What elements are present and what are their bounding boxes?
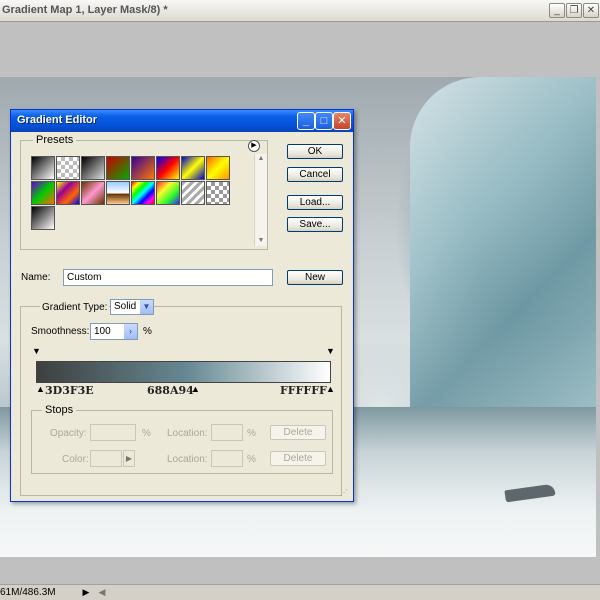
document-title: Gradient Map 1, Layer Mask/8) * (2, 4, 168, 16)
opacity-location-label: Location: (167, 428, 208, 439)
restore-icon[interactable]: ❐ (566, 3, 582, 18)
color-menu-arrow-icon[interactable]: ▶ (123, 450, 135, 467)
dialog-maximize-icon[interactable]: □ (315, 112, 333, 130)
ice-arch-shape (410, 77, 596, 457)
dialog-minimize-icon[interactable]: _ (297, 112, 315, 130)
color-stop-3-icon[interactable]: ▲ (326, 385, 335, 394)
resize-grip-icon[interactable]: ⋰ (340, 488, 350, 498)
color-location-input[interactable] (211, 450, 243, 467)
color-location-percent: % (247, 454, 256, 465)
preset-swatch-transparent-stripes[interactable] (181, 181, 205, 205)
preset-swatch-transparent-checker[interactable] (56, 156, 80, 180)
stops-label: Stops (42, 404, 77, 416)
opacity-stop-left-icon[interactable]: ▼ (32, 347, 41, 356)
color-swatch[interactable] (90, 450, 122, 467)
smoothness-slider-icon[interactable]: › (124, 324, 137, 339)
smoothness-label: Smoothness: (31, 326, 90, 337)
ok-button[interactable]: OK (287, 144, 343, 159)
smoothness-percent: % (143, 326, 152, 337)
dialog-close-icon[interactable]: ✕ (333, 112, 351, 130)
color-stop-1-icon[interactable]: ▲ (36, 385, 45, 394)
scroll-up-icon[interactable]: ▲ (255, 154, 267, 164)
preset-swatch-copper[interactable] (81, 181, 105, 205)
document-size: 61M/486.3M (0, 587, 56, 598)
gradient-type-value: Solid (114, 301, 137, 312)
preset-swatch-orange-yellow[interactable] (206, 156, 230, 180)
gradient-type-label: Gradient Type: (40, 302, 110, 313)
preset-swatch-blue-yellow-blue[interactable] (181, 156, 205, 180)
preset-swatch-black-white-small[interactable] (31, 206, 55, 230)
opacity-stop-right-icon[interactable]: ▼ (326, 347, 335, 356)
color-location-label: Location: (167, 454, 208, 465)
preset-swatch-red-green[interactable] (106, 156, 130, 180)
preset-swatch-violet-orange[interactable] (131, 156, 155, 180)
preset-swatch-black-white[interactable] (31, 156, 55, 180)
opacity-percent: % (142, 428, 151, 439)
close-icon[interactable]: ✕ (583, 3, 599, 18)
dialog-title: Gradient Editor (17, 114, 98, 126)
preset-swatch-yellow-violet-orange-blue[interactable] (56, 181, 80, 205)
presets-scrollbar[interactable]: ▲ ▼ (254, 154, 267, 246)
cancel-button[interactable]: Cancel (287, 167, 343, 182)
gradient-type-select[interactable]: Solid ▼ (110, 299, 154, 315)
scroll-down-icon[interactable]: ▼ (255, 236, 267, 246)
preset-swatch-black-grey[interactable] (81, 156, 105, 180)
load-button[interactable]: Load... (287, 195, 343, 210)
presets-menu-icon[interactable]: ▶ (248, 140, 260, 152)
document-title-bar[interactable]: Gradient Map 1, Layer Mask/8) * _ ❐ ✕ (0, 0, 600, 22)
new-button[interactable]: New (287, 270, 343, 285)
color-delete-button[interactable]: Delete (270, 451, 326, 466)
color-stop-2-label: 688A94 (147, 384, 194, 397)
minimize-icon[interactable]: _ (549, 3, 565, 18)
save-button[interactable]: Save... (287, 217, 343, 232)
preset-swatch-blue-red-yellow[interactable] (156, 156, 180, 180)
name-label: Name: (21, 272, 51, 283)
dialog-title-bar[interactable]: Gradient Editor _ □ ✕ (11, 110, 353, 132)
status-bar: 61M/486.3M ▶ ◀ (0, 584, 600, 600)
presets-label: Presets (33, 134, 77, 146)
smoothness-value: 100 (94, 326, 111, 337)
opacity-location-percent: % (247, 428, 256, 439)
color-stop-3-label: FFFFFF (280, 384, 327, 397)
name-field[interactable]: Custom (63, 269, 273, 286)
status-menu-arrow-icon[interactable]: ▶ (80, 586, 92, 598)
gradient-preview-bar[interactable] (36, 361, 331, 383)
color-stop-1-label: 3D3F3E (45, 384, 94, 397)
preset-swatch-checker-transparent[interactable] (206, 181, 230, 205)
preset-swatch-violet-green-orange[interactable] (31, 181, 55, 205)
preset-swatch-transparent-rainbow[interactable] (156, 181, 180, 205)
preset-swatch-spectrum[interactable] (131, 181, 155, 205)
opacity-location-input[interactable] (211, 424, 243, 441)
scroll-left-icon[interactable]: ◀ (96, 586, 108, 598)
preset-swatch-chrome[interactable] (106, 181, 130, 205)
opacity-label: Opacity: (50, 428, 87, 439)
opacity-input[interactable] (90, 424, 136, 441)
color-label: Color: (62, 454, 89, 465)
chevron-down-icon: ▼ (140, 300, 153, 314)
opacity-delete-button[interactable]: Delete (270, 425, 326, 440)
